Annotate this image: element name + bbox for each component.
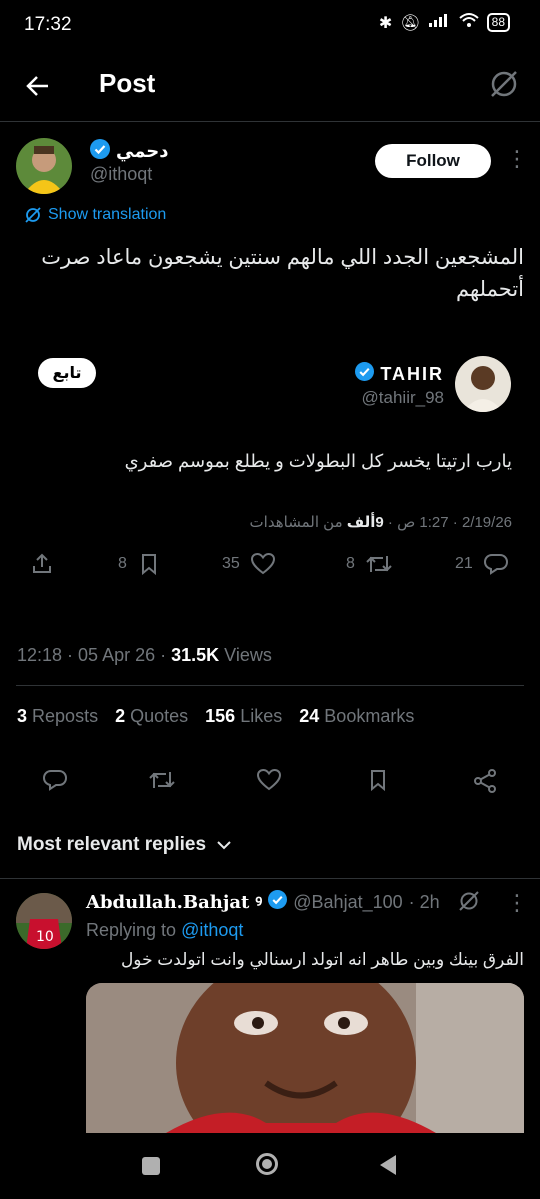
- likes-number: 156: [205, 706, 236, 726]
- bookmarks-number: 24: [299, 706, 320, 726]
- quoted-author-handle[interactable]: @tahiir_98: [362, 388, 444, 408]
- bookmarks-label: Bookmarks: [324, 706, 415, 726]
- post-text: المشجعين الجدد اللي مالهم سنتين يشجعون م…: [41, 246, 524, 301]
- quoted-author-name: TAHIR: [380, 363, 444, 384]
- quoted-follow-button[interactable]: تابع: [38, 358, 96, 388]
- post-views-count: 31.5K: [171, 645, 220, 665]
- status-icons: ✱ 🔕︎ 88: [379, 12, 510, 33]
- follow-button[interactable]: Follow: [375, 144, 491, 178]
- status-bar: 17:32 ✱ 🔕︎ 88: [0, 0, 540, 50]
- replies-sort-label: Most relevant replies: [17, 834, 207, 855]
- heart-icon: [250, 552, 275, 575]
- likes-stat[interactable]: 156 Likes: [205, 706, 282, 727]
- reply-grok-icon[interactable]: [458, 890, 480, 917]
- reply-author-name[interactable]: Abdullah.Bahjat: [86, 892, 249, 913]
- page-title: Post: [99, 68, 156, 98]
- reply-action-icon[interactable]: [42, 768, 68, 797]
- reply-verified-badge-icon: [268, 890, 288, 914]
- quoted-bookmark-button[interactable]: 8: [118, 552, 161, 576]
- reply-media-image[interactable]: [86, 983, 524, 1133]
- quoted-name-row[interactable]: TAHIR: [355, 362, 444, 386]
- grok-small-icon: [25, 207, 41, 223]
- quoted-like-button[interactable]: 35: [222, 552, 276, 576]
- reply-time: · 2h: [408, 891, 440, 912]
- bookmarks-stat[interactable]: 24 Bookmarks: [299, 706, 414, 727]
- quoted-text: يارب ارتيتا يخسر كل البطولات و يطلع بموس…: [124, 451, 512, 471]
- quoted-reply-count: 21: [455, 555, 473, 572]
- replies-sort-dropdown[interactable]: Most relevant replies: [17, 834, 232, 856]
- author-avatar[interactable]: [16, 138, 72, 194]
- chevron-down-icon: [217, 841, 231, 850]
- quotes-stat[interactable]: 2 Quotes: [115, 706, 188, 727]
- show-translation-label: Show translation: [48, 206, 167, 223]
- reply-text: الفرق بينك وبين طاهر انه اتولد ارسنالي و…: [120, 950, 524, 969]
- bookmark-icon: [141, 554, 156, 576]
- quotes-label: Quotes: [130, 706, 189, 726]
- divider: [16, 685, 524, 686]
- quoted-date: 2/19/26 · 1:27 ص ·: [383, 514, 512, 531]
- mute-icon: 🔕︎: [400, 14, 421, 32]
- divider: [0, 121, 540, 122]
- replying-to-label: Replying to: [86, 920, 182, 940]
- quoted-repost-button[interactable]: 8: [346, 552, 393, 576]
- post-actions: [0, 766, 540, 796]
- back-nav-icon[interactable]: [378, 1153, 398, 1182]
- likes-label: Likes: [240, 706, 283, 726]
- more-options-icon[interactable]: ⋮: [506, 146, 528, 172]
- reply-header: Abdullah.Bahjat ꝰ @Bahjat_100 · 2h: [86, 890, 440, 914]
- reply-more-options-icon[interactable]: ⋮: [506, 890, 528, 916]
- top-app-bar: Post: [0, 56, 540, 116]
- quoted-repost-count: 8: [346, 555, 355, 572]
- author-name-row[interactable]: دحمي: [90, 139, 169, 164]
- replying-to-row: Replying to @ithoqt: [86, 920, 243, 941]
- bookmark-action-icon[interactable]: [366, 768, 390, 797]
- quoted-verified-badge-icon: [355, 362, 375, 386]
- quoted-reply-button[interactable]: 21: [455, 552, 509, 576]
- signal-icon: [428, 13, 451, 32]
- reply-author-handle[interactable]: @Bahjat_100: [293, 892, 402, 913]
- author-name: دحمي: [116, 141, 169, 161]
- back-arrow-icon[interactable]: [22, 70, 54, 102]
- system-nav-bar: [0, 1133, 540, 1199]
- home-icon-dot: [262, 1159, 272, 1169]
- post-timestamp-row: 12:18 · 05 Apr 26 · 31.5K Views: [17, 645, 272, 666]
- author-handle[interactable]: @ithoqt: [90, 164, 152, 185]
- quoted-meta: 2/19/26 · 1:27 ص · 9ألف من المشاهدات: [20, 513, 512, 531]
- reply-icon: [483, 554, 508, 575]
- repost-icon: [366, 556, 392, 572]
- bluetooth-icon: ✱: [378, 14, 393, 32]
- grok-icon[interactable]: [488, 68, 520, 100]
- share-action-icon[interactable]: [472, 768, 498, 799]
- show-translation-link[interactable]: Show translation: [24, 206, 166, 224]
- reposts-stat[interactable]: 3 Reposts: [17, 706, 98, 727]
- repost-action-icon[interactable]: [148, 768, 176, 797]
- reply-author-avatar[interactable]: 10: [16, 893, 72, 949]
- status-time: 17:32: [24, 14, 72, 35]
- svg-text:10: 10: [36, 929, 54, 945]
- divider: [0, 878, 540, 879]
- quoted-views-label: من المشاهدات: [249, 514, 347, 531]
- replying-to-handle[interactable]: @ithoqt: [181, 920, 243, 940]
- quoted-author-avatar[interactable]: [455, 356, 511, 412]
- quoted-views-count: 9ألف: [346, 514, 384, 531]
- share-icon[interactable]: [30, 552, 54, 581]
- quotes-number: 2: [115, 706, 126, 726]
- reposts-label: Reposts: [32, 706, 99, 726]
- quoted-bookmark-count: 8: [118, 555, 127, 572]
- wifi-icon: [458, 12, 479, 33]
- post-stats: 3 Reposts 2 Quotes 156 Likes 24 Bookmark…: [17, 706, 414, 727]
- reply-author-emoji: ꝰ: [255, 892, 263, 912]
- quoted-like-count: 35: [222, 555, 240, 572]
- reposts-number: 3: [17, 706, 28, 726]
- verified-badge-icon: [90, 139, 110, 164]
- recents-icon[interactable]: [142, 1157, 160, 1175]
- post-timestamp: 12:18 · 05 Apr 26 ·: [17, 645, 172, 665]
- battery-indicator: 88: [486, 13, 510, 32]
- post-views-label: Views: [219, 645, 272, 665]
- like-action-icon[interactable]: [256, 768, 282, 797]
- quoted-actions: 8 35 8 21: [0, 550, 540, 580]
